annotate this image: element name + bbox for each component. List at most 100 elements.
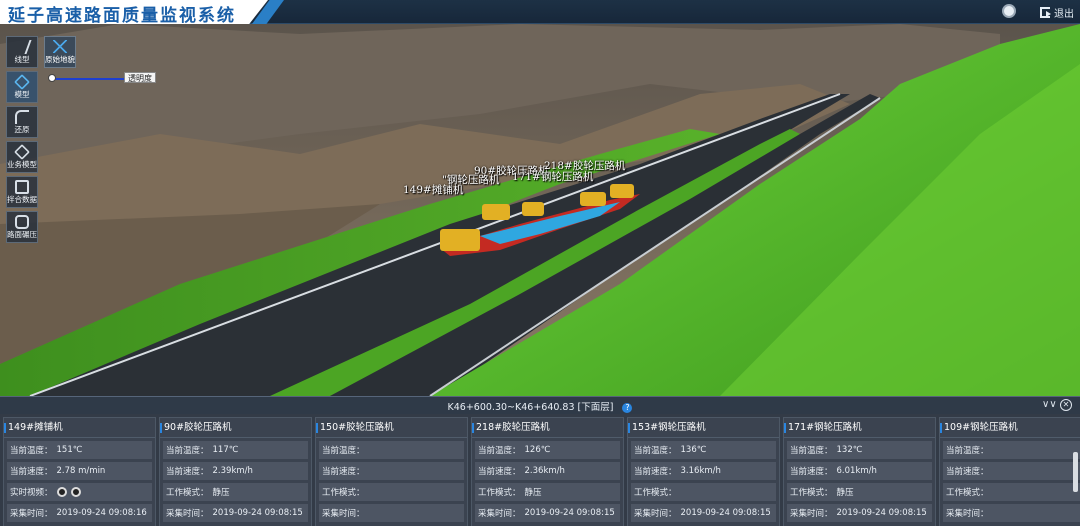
card-row: 当前温度： 151℃ [7, 441, 152, 459]
field-label: 采集时间： [790, 509, 833, 519]
card-title: 171#钢轮压路机 [784, 418, 935, 438]
field-label: 当前温度： [790, 446, 833, 456]
field-label: 工作模式： [322, 488, 365, 498]
field-label: 当前速度： [322, 467, 365, 477]
field-value: 2019-09-24 09:08:15 [212, 508, 303, 518]
3d-scene-viewport[interactable]: 149#摊铺机 90#胶轮压路机 "钢轮压路机 218#胶轮压路机 171#钢轮… [0, 24, 1080, 396]
machine-label[interactable]: 171#钢轮压路机 [512, 169, 593, 184]
card-row: 采集时间： 2019-09-24 09:08:15 [787, 504, 932, 522]
logout-label: 退出 [1054, 8, 1074, 20]
card-title: 109#钢轮压路机 [940, 418, 1080, 438]
paver-machine [440, 229, 480, 251]
card-row: 当前速度： [319, 462, 464, 480]
tool-line-type[interactable]: 线型 [6, 36, 38, 68]
card-title: 149#摊铺机 [4, 418, 155, 438]
field-value: 6.01km/h [836, 466, 877, 476]
user-avatar-icon[interactable] [1002, 4, 1016, 18]
machine-label[interactable]: "钢轮压路机 [442, 172, 499, 187]
machine-cards: 149#摊铺机 当前温度： 151℃ 当前速度： 2.78 m/min 实时视频： 采集时间… [0, 414, 1080, 526]
card-title: 150#胶轮压路机 [316, 418, 467, 438]
field-label: 当前温度： [634, 446, 677, 456]
field-label: 当前温度： [322, 446, 365, 456]
scrollbar-handle[interactable] [1073, 452, 1078, 492]
original-terrain-toggle[interactable]: 原始地貌 [44, 36, 76, 68]
card-row: 当前温度： [943, 441, 1080, 459]
roller-machine [610, 184, 634, 198]
tool-label: 模型 [14, 90, 30, 99]
roller-machine [522, 202, 544, 216]
field-label: 工作模式： [478, 488, 521, 498]
card-title: 218#胶轮压路机 [472, 418, 623, 438]
card-row: 采集时间： 2019-09-24 09:08:16 [7, 504, 152, 522]
left-toolbar: 线型 模型 还原 业务模型 拌合数据 路面碾压 [6, 36, 38, 246]
line-type-icon [12, 40, 32, 54]
machine-card[interactable]: 149#摊铺机 当前温度： 151℃ 当前速度： 2.78 m/min 实时视频： 采集时间… [3, 417, 156, 526]
card-title: 90#胶轮压路机 [160, 418, 311, 438]
video-camera-icon[interactable] [70, 487, 81, 497]
header-bar: 延子高速路面质量监视系统 退出 [0, 0, 1080, 26]
card-title: 153#钢轮压路机 [628, 418, 779, 438]
collapse-icon[interactable]: ∨∨ [1042, 399, 1057, 410]
machine-card[interactable]: 153#钢轮压路机 当前温度： 136℃ 当前速度： 3.16km/h 工作模式： 采集时间… [627, 417, 780, 526]
field-label: 当前速度： [166, 467, 209, 477]
terrain-label: 原始地貌 [45, 55, 75, 64]
card-row: 工作模式： 静压 [787, 483, 932, 501]
logout-button[interactable]: 退出 [1040, 4, 1074, 20]
card-row: 采集时间： 2019-09-24 09:08:15 [631, 504, 776, 522]
scene-render [0, 24, 1080, 396]
tool-business-model[interactable]: 业务模型 [6, 141, 38, 173]
stake-range-text: K46+600.30~K46+640.83 [下面层] [447, 402, 614, 413]
app-root: 延子高速路面质量监视系统 退出 149#摊铺机 90#胶轮压路机 "钢轮压路机 … [0, 0, 1080, 526]
close-icon[interactable]: ✕ [1060, 399, 1072, 411]
mixer-icon [15, 180, 29, 194]
field-value: 3.16km/h [680, 466, 721, 476]
field-label: 采集时间： [10, 509, 53, 519]
tool-model[interactable]: 模型 [6, 71, 38, 103]
tool-label: 还原 [14, 125, 30, 134]
machine-card[interactable]: 90#胶轮压路机 当前温度： 117℃ 当前速度： 2.39km/h 工作模式： 静压 采集时… [159, 417, 312, 526]
slider-handle[interactable] [48, 74, 56, 82]
machine-card[interactable]: 171#钢轮压路机 当前温度： 132℃ 当前速度： 6.01km/h 工作模式： 静压 采集… [783, 417, 936, 526]
opacity-label: 透明度 [124, 72, 156, 83]
field-value: 2019-09-24 09:08:15 [524, 508, 615, 518]
help-icon[interactable]: ? [622, 402, 633, 413]
card-row: 采集时间： [319, 504, 464, 522]
field-label: 工作模式： [166, 488, 209, 498]
card-row: 采集时间： 2019-09-24 09:08:15 [163, 504, 308, 522]
card-row: 当前速度： 2.78 m/min [7, 462, 152, 480]
tool-mixing-data[interactable]: 拌合数据 [6, 176, 38, 208]
card-row: 当前速度： 2.36km/h [475, 462, 620, 480]
field-value: 静压 [524, 488, 542, 498]
logout-icon [1040, 6, 1051, 18]
tool-pavement-rolling[interactable]: 路面碾压 [6, 211, 38, 243]
machine-card[interactable]: 109#钢轮压路机 当前温度： 当前速度： 工作模式： 采集时间： [939, 417, 1080, 526]
machine-card[interactable]: 150#胶轮压路机当前温度： 当前速度： 工作模式： 采集时间： [315, 417, 468, 526]
tool-label: 线型 [14, 55, 30, 64]
card-row: 采集时间： 2019-09-24 09:08:15 [475, 504, 620, 522]
card-row: 当前温度： 136℃ [631, 441, 776, 459]
field-label: 当前速度： [946, 467, 989, 477]
field-label: 采集时间： [634, 509, 677, 519]
field-label: 采集时间： [322, 509, 365, 519]
field-label: 当前温度： [166, 446, 209, 456]
field-label: 实时视频： [10, 488, 53, 498]
opacity-slider[interactable] [48, 74, 128, 82]
field-label: 工作模式： [790, 488, 833, 498]
field-value: 126℃ [524, 445, 551, 455]
roller-machine [580, 192, 606, 206]
field-label: 当前速度： [634, 467, 677, 477]
video-camera-icon[interactable] [56, 487, 67, 497]
card-row: 当前温度： 132℃ [787, 441, 932, 459]
field-label: 当前温度： [478, 446, 521, 456]
machine-card[interactable]: 218#胶轮压路机当前温度： 126℃ 当前速度： 2.36km/h 工作模式： 静压采集… [471, 417, 624, 526]
field-label: 采集时间： [478, 509, 521, 519]
card-row: 当前温度： [319, 441, 464, 459]
tool-undo[interactable]: 还原 [6, 106, 38, 138]
field-value: 静压 [212, 488, 230, 498]
field-value: 132℃ [836, 445, 863, 455]
field-label: 工作模式： [634, 488, 677, 498]
tool-label: 拌合数据 [7, 195, 37, 204]
cube-icon [14, 74, 30, 90]
card-row: 当前速度： [943, 462, 1080, 480]
card-row: 当前速度： 3.16km/h [631, 462, 776, 480]
